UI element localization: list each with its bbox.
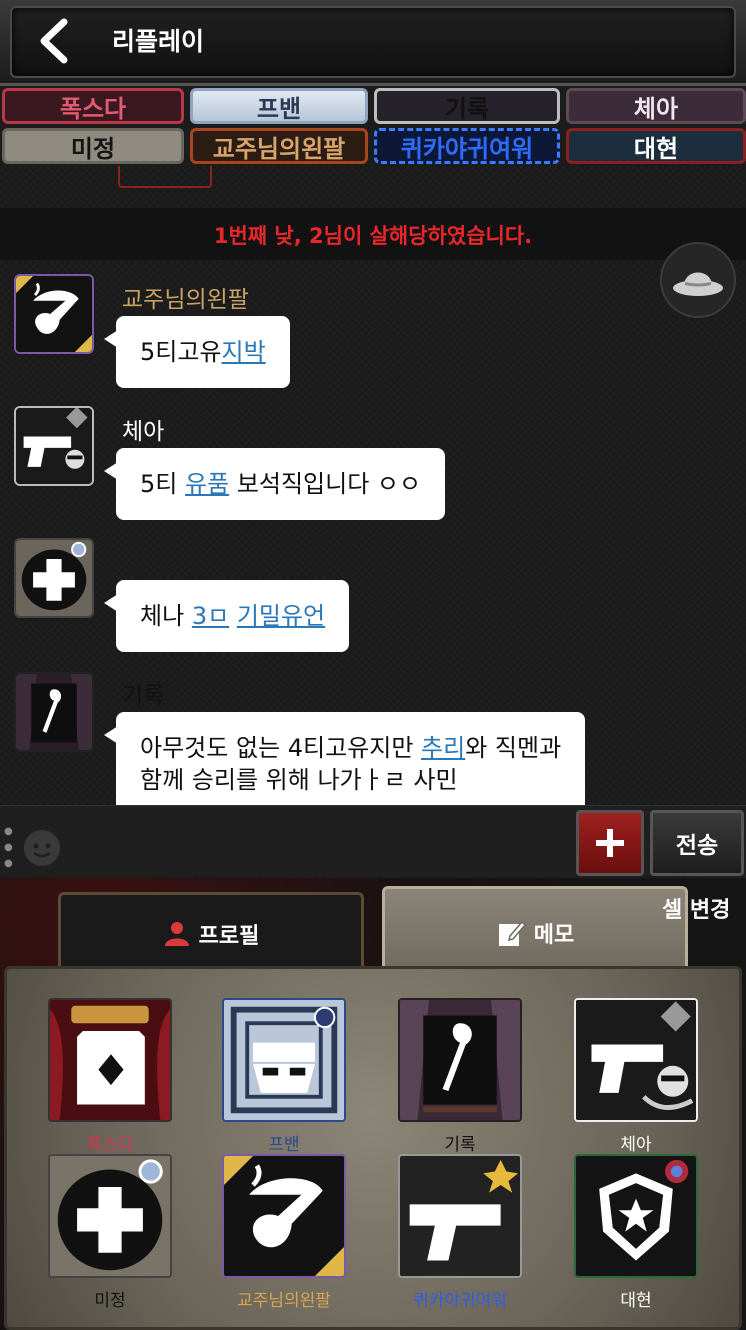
- card-label: 대현: [620, 1291, 652, 1311]
- player-tag[interactable]: 퀴카야귀여워: [374, 128, 560, 164]
- header-bar: 리플레이: [0, 0, 746, 86]
- hat-icon: [673, 272, 723, 296]
- tab-label: 프로필: [198, 923, 260, 949]
- player-tag[interactable]: 체아: [566, 88, 746, 124]
- card-label: 미정: [94, 1291, 126, 1311]
- chevron-left-icon: [40, 18, 68, 64]
- player-tag[interactable]: 교주님의왼팔: [190, 128, 368, 164]
- keyword-link[interactable]: 3ㅁ: [192, 600, 229, 632]
- diamond-card-icon: [50, 1000, 170, 1120]
- player-card[interactable]: [48, 1154, 172, 1278]
- card-label: 체아: [620, 1135, 652, 1155]
- message-text: 아무것도 없는 4티고유지만: [140, 734, 422, 762]
- sender-name: 기록: [122, 683, 165, 709]
- cane-icon: [400, 1000, 520, 1120]
- message-line: 아무것도 없는 4티고유지만 추리와 직멘과: [140, 732, 561, 764]
- system-message: 1번째 낮, 2님이 살해당하였습니다.: [213, 224, 533, 248]
- player-card[interactable]: [398, 998, 522, 1122]
- player-card[interactable]: [574, 1154, 698, 1278]
- avatar[interactable]: [14, 274, 94, 354]
- keyword-link[interactable]: 지박: [222, 336, 266, 368]
- smiley-icon[interactable]: [20, 824, 64, 868]
- message-bubble: 5티 유품 보석직입니다 ㅇㅇ: [103, 448, 446, 520]
- pipe-icon: [16, 276, 92, 352]
- medical-cross-icon: [16, 540, 92, 616]
- message-bubble: 체나 3ㅁ 기밀유언: [103, 580, 350, 652]
- add-button[interactable]: [576, 810, 644, 876]
- menu-dots-icon[interactable]: ● ● ●: [4, 824, 13, 872]
- plus-icon: [596, 829, 624, 857]
- avatar[interactable]: [14, 672, 94, 752]
- person-icon: [164, 921, 189, 946]
- message-bubble: 아무것도 없는 4티고유지만 추리와 직멘과 함께 승리를 위해 나가ㅏㄹ 사민: [103, 712, 586, 805]
- player-card[interactable]: [222, 998, 346, 1122]
- sender-name: 체아: [122, 419, 165, 445]
- message-text: 5티: [140, 470, 178, 498]
- avatar[interactable]: [14, 538, 94, 618]
- chat-log[interactable]: 교주님의왼팔 5티고유 지박 체아 5티 유품 보석직입니다 ㅇㅇ 체나 3ㅁ …: [0, 260, 746, 805]
- medical-cross-icon: [50, 1156, 170, 1276]
- page-title: 리플레이: [112, 27, 205, 56]
- avatar[interactable]: [14, 406, 94, 486]
- player-tag[interactable]: 미정: [2, 128, 184, 164]
- card-label: 프밴: [268, 1135, 300, 1155]
- memo-pencil-icon: [498, 920, 526, 946]
- back-button[interactable]: [30, 14, 76, 68]
- pistol-icon: [576, 1000, 696, 1120]
- keyword-link[interactable]: 기밀유언: [237, 600, 325, 632]
- tab-label: 메모: [533, 922, 575, 948]
- tag-tab-indicator: [118, 166, 212, 188]
- card-label: 폭스다: [86, 1135, 134, 1155]
- message-text: 와 직멘과: [465, 734, 562, 762]
- replay-screen: 리플레이 폭스다 프밴 기록 체아 미정 교주님의왼팔 퀴카야귀여워 대현 1번…: [0, 0, 746, 1330]
- tab-memo[interactable]: 메모: [382, 886, 688, 976]
- police-badge-icon: [576, 1156, 696, 1276]
- tab-profile[interactable]: 프로필: [58, 892, 364, 972]
- keyword-link[interactable]: 유품: [185, 468, 229, 500]
- mask-icon: [224, 1000, 344, 1120]
- message-text: 5티고유: [140, 338, 222, 366]
- player-tag[interactable]: 대현: [566, 128, 746, 164]
- player-tag-bar: 폭스다 프밴 기록 체아 미정 교주님의왼팔 퀴카야귀여워 대현: [0, 86, 746, 166]
- card-label: 교주님의왼팔: [237, 1291, 331, 1311]
- message-bubble: 5티고유 지박: [104, 316, 290, 388]
- player-tag[interactable]: 기록: [374, 88, 560, 124]
- player-card[interactable]: [48, 998, 172, 1122]
- cane-icon: [16, 674, 92, 750]
- pipe-icon: [224, 1156, 344, 1276]
- player-tag[interactable]: 폭스다: [2, 88, 184, 124]
- sender-name: 교주님의왼팔: [122, 287, 249, 313]
- card-label: 퀴카야귀여워: [413, 1291, 507, 1311]
- message-line: 함께 승리를 위해 나가ㅏㄹ 사민: [140, 766, 458, 794]
- player-card[interactable]: [574, 998, 698, 1122]
- message-text: 체나: [140, 602, 185, 630]
- card-label: 기록: [444, 1135, 476, 1155]
- player-card[interactable]: [222, 1154, 346, 1278]
- detective-hat-button[interactable]: [660, 242, 736, 318]
- player-tag[interactable]: 프밴: [190, 88, 368, 124]
- message-text: 보석직입니다 ㅇㅇ: [236, 470, 422, 498]
- pistol-icon: [16, 408, 92, 484]
- keyword-link[interactable]: 추리: [421, 734, 465, 762]
- cell-change-button[interactable]: 셀 변경: [662, 892, 730, 924]
- send-button[interactable]: 전송: [650, 810, 744, 876]
- player-card[interactable]: [398, 1154, 522, 1278]
- pistol-icon: [400, 1156, 520, 1276]
